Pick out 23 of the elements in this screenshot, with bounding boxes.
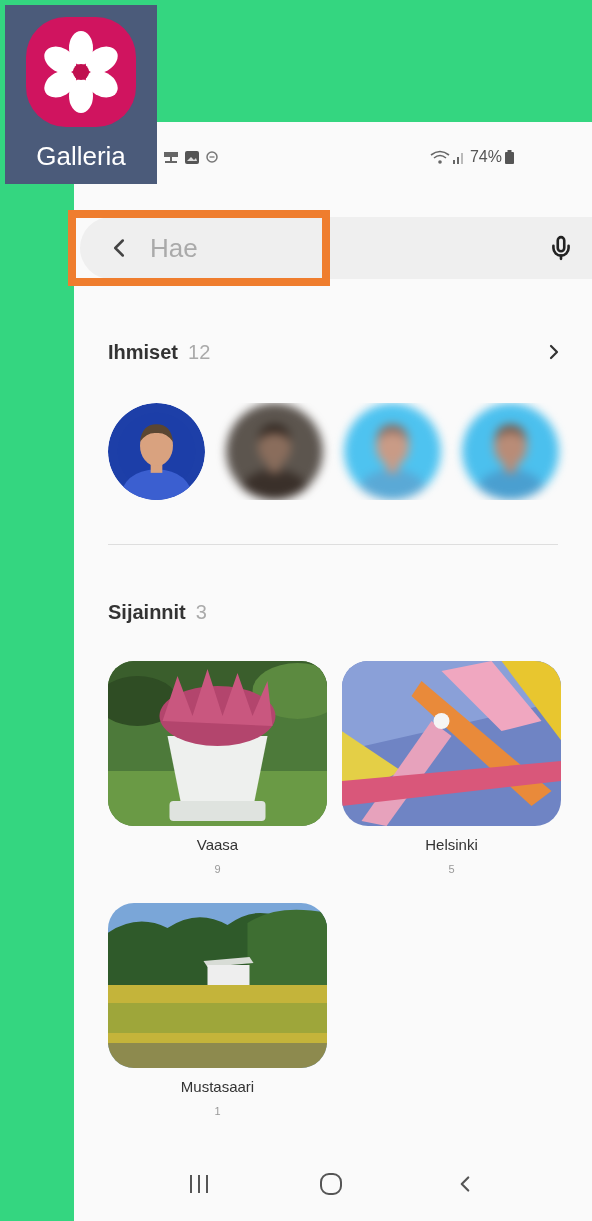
location-name: Vaasa xyxy=(196,835,239,855)
home-icon[interactable] xyxy=(319,1172,343,1196)
recent-apps-icon[interactable] xyxy=(188,1174,211,1194)
location-name: Mustasaari xyxy=(180,1077,255,1097)
location-name: Helsinki xyxy=(425,835,478,855)
circle-icon xyxy=(206,151,218,163)
battery-level: 74% xyxy=(469,147,502,167)
section-count: 3 xyxy=(195,600,207,625)
section-title: Ihmiset xyxy=(108,340,179,365)
notification-icon xyxy=(164,150,178,164)
section-title: Sijainnit xyxy=(108,600,186,625)
battery-icon xyxy=(505,150,514,164)
photo-count: 9 xyxy=(214,861,221,877)
search-bar[interactable]: Hae xyxy=(80,217,592,279)
signal-icon xyxy=(452,150,465,164)
wifi-icon xyxy=(429,150,450,164)
app-label: Galleria xyxy=(36,140,126,173)
photo-count: 5 xyxy=(448,861,455,877)
app-icon-tile[interactable]: Galleria xyxy=(5,5,157,184)
search-input[interactable]: Hae xyxy=(150,228,548,268)
image-icon xyxy=(185,150,199,164)
photo-count: 1 xyxy=(214,1103,221,1119)
section-count: 12 xyxy=(188,340,211,365)
